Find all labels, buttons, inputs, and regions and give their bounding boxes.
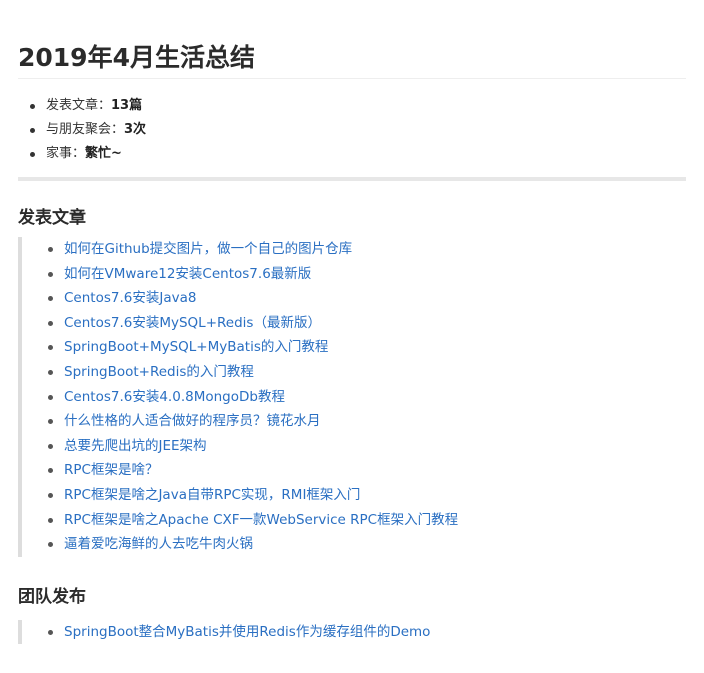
list-item: Centos7.6安装MySQL+Redis（最新版）: [44, 311, 686, 336]
list-item: RPC框架是啥之Apache CXF一款WebService RPC框架入门教程: [44, 508, 686, 533]
article-link[interactable]: Centos7.6安装Java8: [64, 290, 196, 306]
article-link[interactable]: 逼着爱吃海鲜的人去吃牛肉火锅: [64, 536, 253, 552]
article-list: 如何在Github提交图片，做一个自己的图片仓库 如何在VMware12安装Ce…: [44, 237, 686, 557]
article-link[interactable]: RPC框架是啥？: [64, 462, 158, 478]
list-item: 什么性格的人适合做好的程序员？镜花水月: [44, 409, 686, 434]
page-title: 2019年4月生活总结: [18, 43, 255, 72]
summary-list: 发表文章：13篇 与朋友聚会：3次 家事：繁忙~: [18, 94, 686, 166]
title-divider: [18, 78, 686, 79]
summary-item-articles: 发表文章：13篇: [28, 94, 686, 118]
summary-item-friends: 与朋友聚会：3次: [28, 118, 686, 142]
summary-item-housework: 家事：繁忙~: [28, 142, 686, 166]
list-item: 逼着爱吃海鲜的人去吃牛肉火锅: [44, 532, 686, 557]
section-heading-articles: 发表文章: [18, 208, 86, 228]
article-link[interactable]: 如何在Github提交图片，做一个自己的图片仓库: [64, 241, 352, 257]
summary-value: 3次: [124, 122, 147, 137]
summary-label: 与朋友聚会：: [46, 122, 125, 137]
article-link[interactable]: SpringBoot+MySQL+MyBatis的入门教程: [64, 339, 328, 355]
list-item: 总要先爬出坑的JEE架构: [44, 434, 686, 459]
team-article-link[interactable]: SpringBoot整合MyBatis并使用Redis作为缓存组件的Demo: [64, 624, 430, 640]
article-link[interactable]: 什么性格的人适合做好的程序员？镜花水月: [64, 413, 321, 429]
article-link[interactable]: 总要先爬出坑的JEE架构: [64, 438, 207, 454]
list-item: SpringBoot+Redis的入门教程: [44, 360, 686, 385]
article-link[interactable]: RPC框架是啥之Apache CXF一款WebService RPC框架入门教程: [64, 512, 458, 528]
list-item: RPC框架是啥？: [44, 458, 686, 483]
list-item: 如何在Github提交图片，做一个自己的图片仓库: [44, 237, 686, 262]
team-blockquote: SpringBoot整合MyBatis并使用Redis作为缓存组件的Demo: [18, 619, 686, 645]
summary-value: 繁忙~: [85, 146, 122, 161]
article-page: 2019年4月生活总结 发表文章：13篇 与朋友聚会：3次 家事：繁忙~ 发表文…: [0, 0, 704, 645]
article-link[interactable]: Centos7.6安装MySQL+Redis（最新版）: [64, 315, 321, 331]
list-item: Centos7.6安装Java8: [44, 286, 686, 311]
list-item: SpringBoot整合MyBatis并使用Redis作为缓存组件的Demo: [44, 620, 686, 645]
summary-label: 家事：: [46, 146, 86, 161]
article-link[interactable]: 如何在VMware12安装Centos7.6最新版: [64, 266, 311, 282]
team-list: SpringBoot整合MyBatis并使用Redis作为缓存组件的Demo: [44, 620, 686, 645]
articles-blockquote: 如何在Github提交图片，做一个自己的图片仓库 如何在VMware12安装Ce…: [18, 237, 686, 557]
section-heading-team: 团队发布: [18, 586, 86, 607]
summary-value: 13篇: [111, 98, 143, 113]
article-link[interactable]: Centos7.6安装4.0.8MongoDb教程: [64, 389, 285, 405]
list-item: SpringBoot+MySQL+MyBatis的入门教程: [44, 335, 686, 360]
list-item: RPC框架是啥之Java自带RPC实现，RMI框架入门: [44, 483, 686, 508]
section-divider: [18, 177, 686, 181]
article-link[interactable]: SpringBoot+Redis的入门教程: [64, 364, 254, 380]
article-link[interactable]: RPC框架是啥之Java自带RPC实现，RMI框架入门: [64, 487, 360, 503]
list-item: 如何在VMware12安装Centos7.6最新版: [44, 262, 686, 287]
summary-label: 发表文章：: [46, 98, 112, 113]
list-item: Centos7.6安装4.0.8MongoDb教程: [44, 385, 686, 410]
